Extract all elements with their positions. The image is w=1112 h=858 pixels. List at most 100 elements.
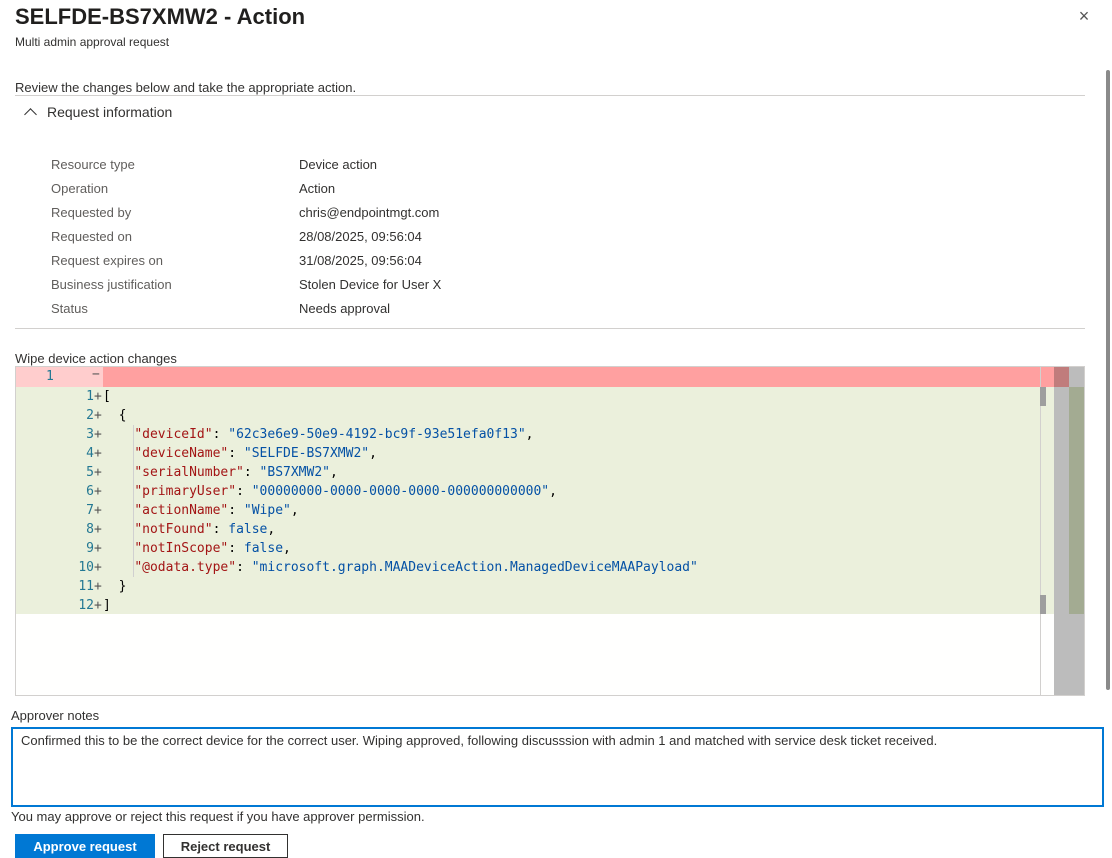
removed-line-number: 1	[46, 369, 54, 384]
info-label: Request expires on	[51, 253, 164, 268]
code-token: :	[243, 465, 260, 480]
code-token: :	[228, 541, 244, 556]
line-number: 10	[78, 560, 94, 575]
code-text: "@odata.type": "microsoft.graph.MAADevic…	[103, 558, 698, 577]
added-marker: +	[94, 465, 102, 480]
diff-label: Wipe device action changes	[15, 351, 177, 366]
code-line: 2 + {	[16, 406, 1054, 425]
diff-editor[interactable]: 1 − 1 +[2 + {3 + "deviceId": "62c3e6e9-50e9…	[15, 366, 1085, 696]
code-token: false	[228, 522, 268, 537]
code-line: 12 +]	[16, 596, 1054, 615]
removed-line	[16, 367, 1054, 387]
code-line: 11 + }	[16, 577, 1054, 596]
code-line: 1 +[	[16, 387, 1054, 406]
request-information-toggle[interactable]: Request information	[24, 104, 173, 121]
code-text: "notInScope": false,	[103, 539, 291, 558]
code-token: "00000000-0000-0000-0000-000000000000"	[251, 484, 550, 499]
code-line: 5 + "serialNumber": "BS7XMW2",	[16, 463, 1054, 482]
chevron-up-icon	[24, 108, 37, 121]
approve-request-button[interactable]: Approve request	[15, 834, 155, 858]
code-token: "SELFDE-BS7XMW2"	[243, 446, 370, 461]
info-value: Device action	[299, 157, 378, 172]
line-number: 1	[86, 389, 94, 404]
code-line: 7 + "actionName": "Wipe",	[16, 501, 1054, 520]
code-token: ,	[283, 541, 291, 556]
code-token: {	[103, 408, 127, 423]
code-token: }	[103, 579, 127, 594]
code-line: 4 + "deviceName": "SELFDE-BS7XMW2",	[16, 444, 1054, 463]
editor-divider	[1040, 367, 1041, 695]
line-number: 4	[86, 446, 94, 461]
intro-text: Review the changes below and take the ap…	[15, 80, 357, 95]
added-marker: +	[94, 560, 102, 575]
reject-request-button[interactable]: Reject request	[163, 834, 288, 858]
code-token: "serialNumber"	[134, 465, 244, 480]
code-token: ,	[267, 522, 276, 537]
overview-added-marker	[1069, 387, 1084, 614]
code-token: "microsoft.graph.MAADeviceAction.Managed…	[251, 560, 698, 575]
info-label: Requested by	[51, 205, 132, 220]
code-token: "actionName"	[134, 503, 229, 518]
code-token: "Wipe"	[243, 503, 291, 518]
added-marker: +	[94, 503, 102, 518]
code-line: 10 + "@odata.type": "microsoft.graph.MAAD…	[16, 558, 1054, 577]
code-token: ,	[369, 446, 377, 461]
code-token: :	[228, 446, 244, 461]
page-scrollbar[interactable]	[1106, 70, 1110, 690]
added-marker: +	[94, 484, 102, 499]
divider	[15, 328, 1085, 329]
info-value: Action	[299, 181, 336, 196]
code-line: 3 + "deviceId": "62c3e6e9-50e9-4192-bc9f-…	[16, 425, 1054, 444]
added-marker: +	[94, 522, 102, 537]
info-label: Operation	[51, 181, 109, 196]
line-number: 3	[86, 427, 94, 442]
code-token: :	[228, 503, 244, 518]
code-token: ]	[103, 598, 111, 613]
info-label: Status	[51, 301, 88, 316]
line-number: 5	[86, 465, 94, 480]
line-number: 11	[78, 579, 94, 594]
code-token: ,	[330, 465, 338, 480]
code-text: }	[103, 577, 127, 596]
code-text: ]	[103, 596, 111, 615]
line-number: 2	[86, 408, 94, 423]
code-token: false	[243, 541, 284, 556]
code-text: "serialNumber": "BS7XMW2",	[103, 463, 338, 482]
added-marker: +	[94, 408, 102, 423]
code-token: "deviceName"	[134, 446, 229, 461]
code-text: "actionName": "Wipe",	[103, 501, 298, 520]
code-text: "deviceName": "SELFDE-BS7XMW2",	[103, 444, 377, 463]
added-marker: +	[94, 579, 102, 594]
code-text: "primaryUser": "00000000-0000-0000-0000-…	[103, 482, 557, 501]
info-label: Requested on	[51, 229, 132, 244]
code-token: "@odata.type"	[134, 560, 237, 575]
close-icon[interactable]: ×	[1074, 6, 1094, 28]
info-value: Stolen Device for User X	[299, 277, 442, 292]
removed-line-gutter	[16, 367, 103, 387]
approver-notes-input[interactable]: Confirmed this to be the correct device …	[11, 727, 1104, 807]
divider	[15, 95, 1085, 96]
code-line: 6 + "primaryUser": "00000000-0000-0000-00…	[16, 482, 1054, 501]
code-text: [	[103, 387, 111, 406]
code-token: [	[103, 389, 111, 404]
added-marker: +	[94, 598, 102, 613]
line-number: 8	[86, 522, 94, 537]
code-token: "62c3e6e9-50e9-4192-bc9f-93e51efa0f13"	[228, 427, 526, 442]
permission-text: You may approve or reject this request i…	[11, 809, 425, 824]
section-title: Request information	[47, 104, 173, 120]
code-token: :	[212, 522, 229, 537]
code-token: :	[212, 427, 229, 442]
line-number: 12	[78, 598, 94, 613]
code-line: 9 + "notInScope": false,	[16, 539, 1054, 558]
removed-marker: −	[92, 367, 100, 382]
code-line: 8 + "notFound": false,	[16, 520, 1054, 539]
code-token: "notInScope"	[134, 541, 229, 556]
overview-ruler[interactable]	[1054, 367, 1069, 695]
code-token: ,	[525, 427, 534, 442]
code-token: :	[236, 560, 252, 575]
